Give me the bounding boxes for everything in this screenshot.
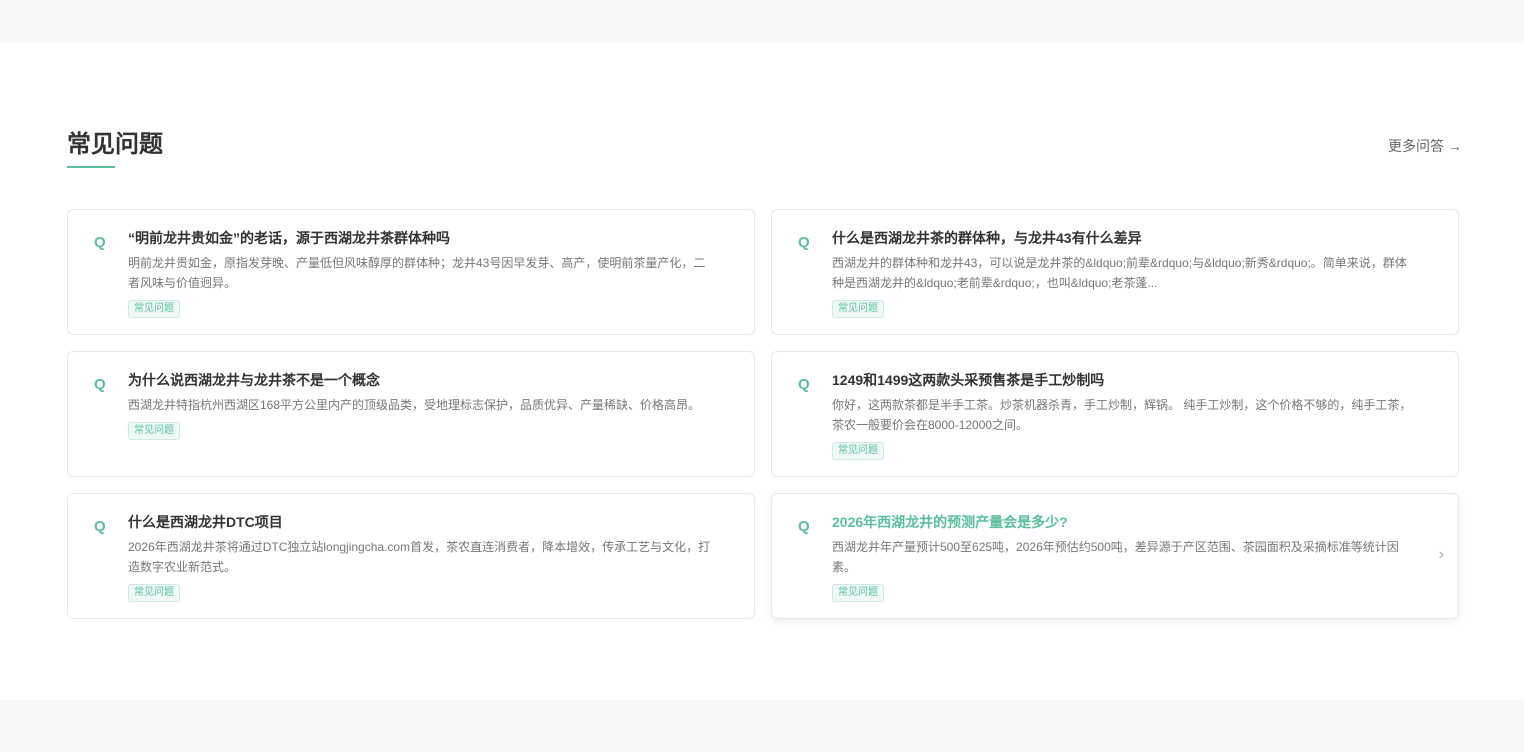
faq-tag: 常见问题 (832, 300, 884, 318)
faq-card[interactable]: Q 1249和1499这两款头采预售茶是手工炒制吗 你好，这两款茶都是半手工茶。… (771, 351, 1459, 477)
faq-card[interactable]: Q “明前龙井贵如金”的老话，源于西湖龙井茶群体种吗 明前龙井贵如金，原指发芽晚… (67, 209, 755, 335)
chevron-right-icon: › (1438, 546, 1444, 563)
faq-desc: 西湖龙井特指杭州西湖区168平方公里内产的顶级品类，受地理标志保护，品质优异、产… (128, 398, 701, 412)
faq-title: 1249和1499这两款头采预售茶是手工炒制吗 (832, 372, 1105, 388)
faq-desc: 明前龙井贵如金，原指发芽晚、产量低但风味醇厚的群体种；龙井43号因早发芽、高产，… (128, 256, 706, 290)
faq-title: 什么是西湖龙井茶的群体种，与龙井43有什么差异 (832, 230, 1142, 246)
header-band (0, 0, 1524, 42)
question-icon: Q (94, 234, 106, 251)
faq-card[interactable]: Q 为什么说西湖龙井与龙井茶不是一个概念 西湖龙井特指杭州西湖区168平方公里内… (67, 351, 755, 477)
title-underline (67, 166, 115, 168)
faq-grid: Q “明前龙井贵如金”的老话，源于西湖龙井茶群体种吗 明前龙井贵如金，原指发芽晚… (67, 209, 1459, 619)
faq-title: 什么是西湖龙井DTC项目 (128, 514, 283, 530)
faq-tag: 常见问题 (832, 442, 884, 460)
faq-desc: 2026年西湖龙井茶将通过DTC独立站longjingcha.com首发，茶农直… (128, 540, 711, 574)
question-icon: Q (798, 234, 810, 251)
question-icon: Q (798, 376, 810, 393)
faq-card[interactable]: Q 2026年西湖龙井的预测产量会是多少? 西湖龙井年产量预计500至625吨，… (771, 493, 1459, 619)
section-title: 常见问题 (67, 131, 163, 158)
footer-band (0, 700, 1524, 752)
more-faq-link[interactable]: 更多问答 → (1388, 136, 1462, 156)
faq-tag: 常见问题 (128, 422, 180, 440)
faq-desc: 你好，这两款茶都是半手工茶。炒茶机器杀青，手工炒制，辉锅。 纯手工炒制，这个价格… (832, 398, 1412, 432)
faq-tag: 常见问题 (128, 584, 180, 602)
faq-title: 为什么说西湖龙井与龙井茶不是一个概念 (128, 372, 380, 388)
faq-card[interactable]: Q 什么是西湖龙井茶的群体种，与龙井43有什么差异 西湖龙井的群体种和龙井43，… (771, 209, 1459, 335)
faq-card[interactable]: Q 什么是西湖龙井DTC项目 2026年西湖龙井茶将通过DTC独立站longji… (67, 493, 755, 619)
question-icon: Q (94, 376, 106, 393)
faq-desc: 西湖龙井的群体种和龙井43，可以说是龙井茶的&ldquo;前辈&rdquo;与&… (832, 256, 1407, 290)
faq-title: 2026年西湖龙井的预测产量会是多少? (832, 514, 1068, 530)
question-icon: Q (94, 518, 106, 535)
faq-tag: 常见问题 (832, 584, 884, 602)
question-icon: Q (798, 518, 810, 535)
faq-desc: 西湖龙井年产量预计500至625吨，2026年预估约500吨，差异源于产区范围、… (832, 540, 1399, 574)
faq-title: “明前龙井贵如金”的老话，源于西湖龙井茶群体种吗 (128, 230, 450, 246)
faq-tag: 常见问题 (128, 300, 180, 318)
